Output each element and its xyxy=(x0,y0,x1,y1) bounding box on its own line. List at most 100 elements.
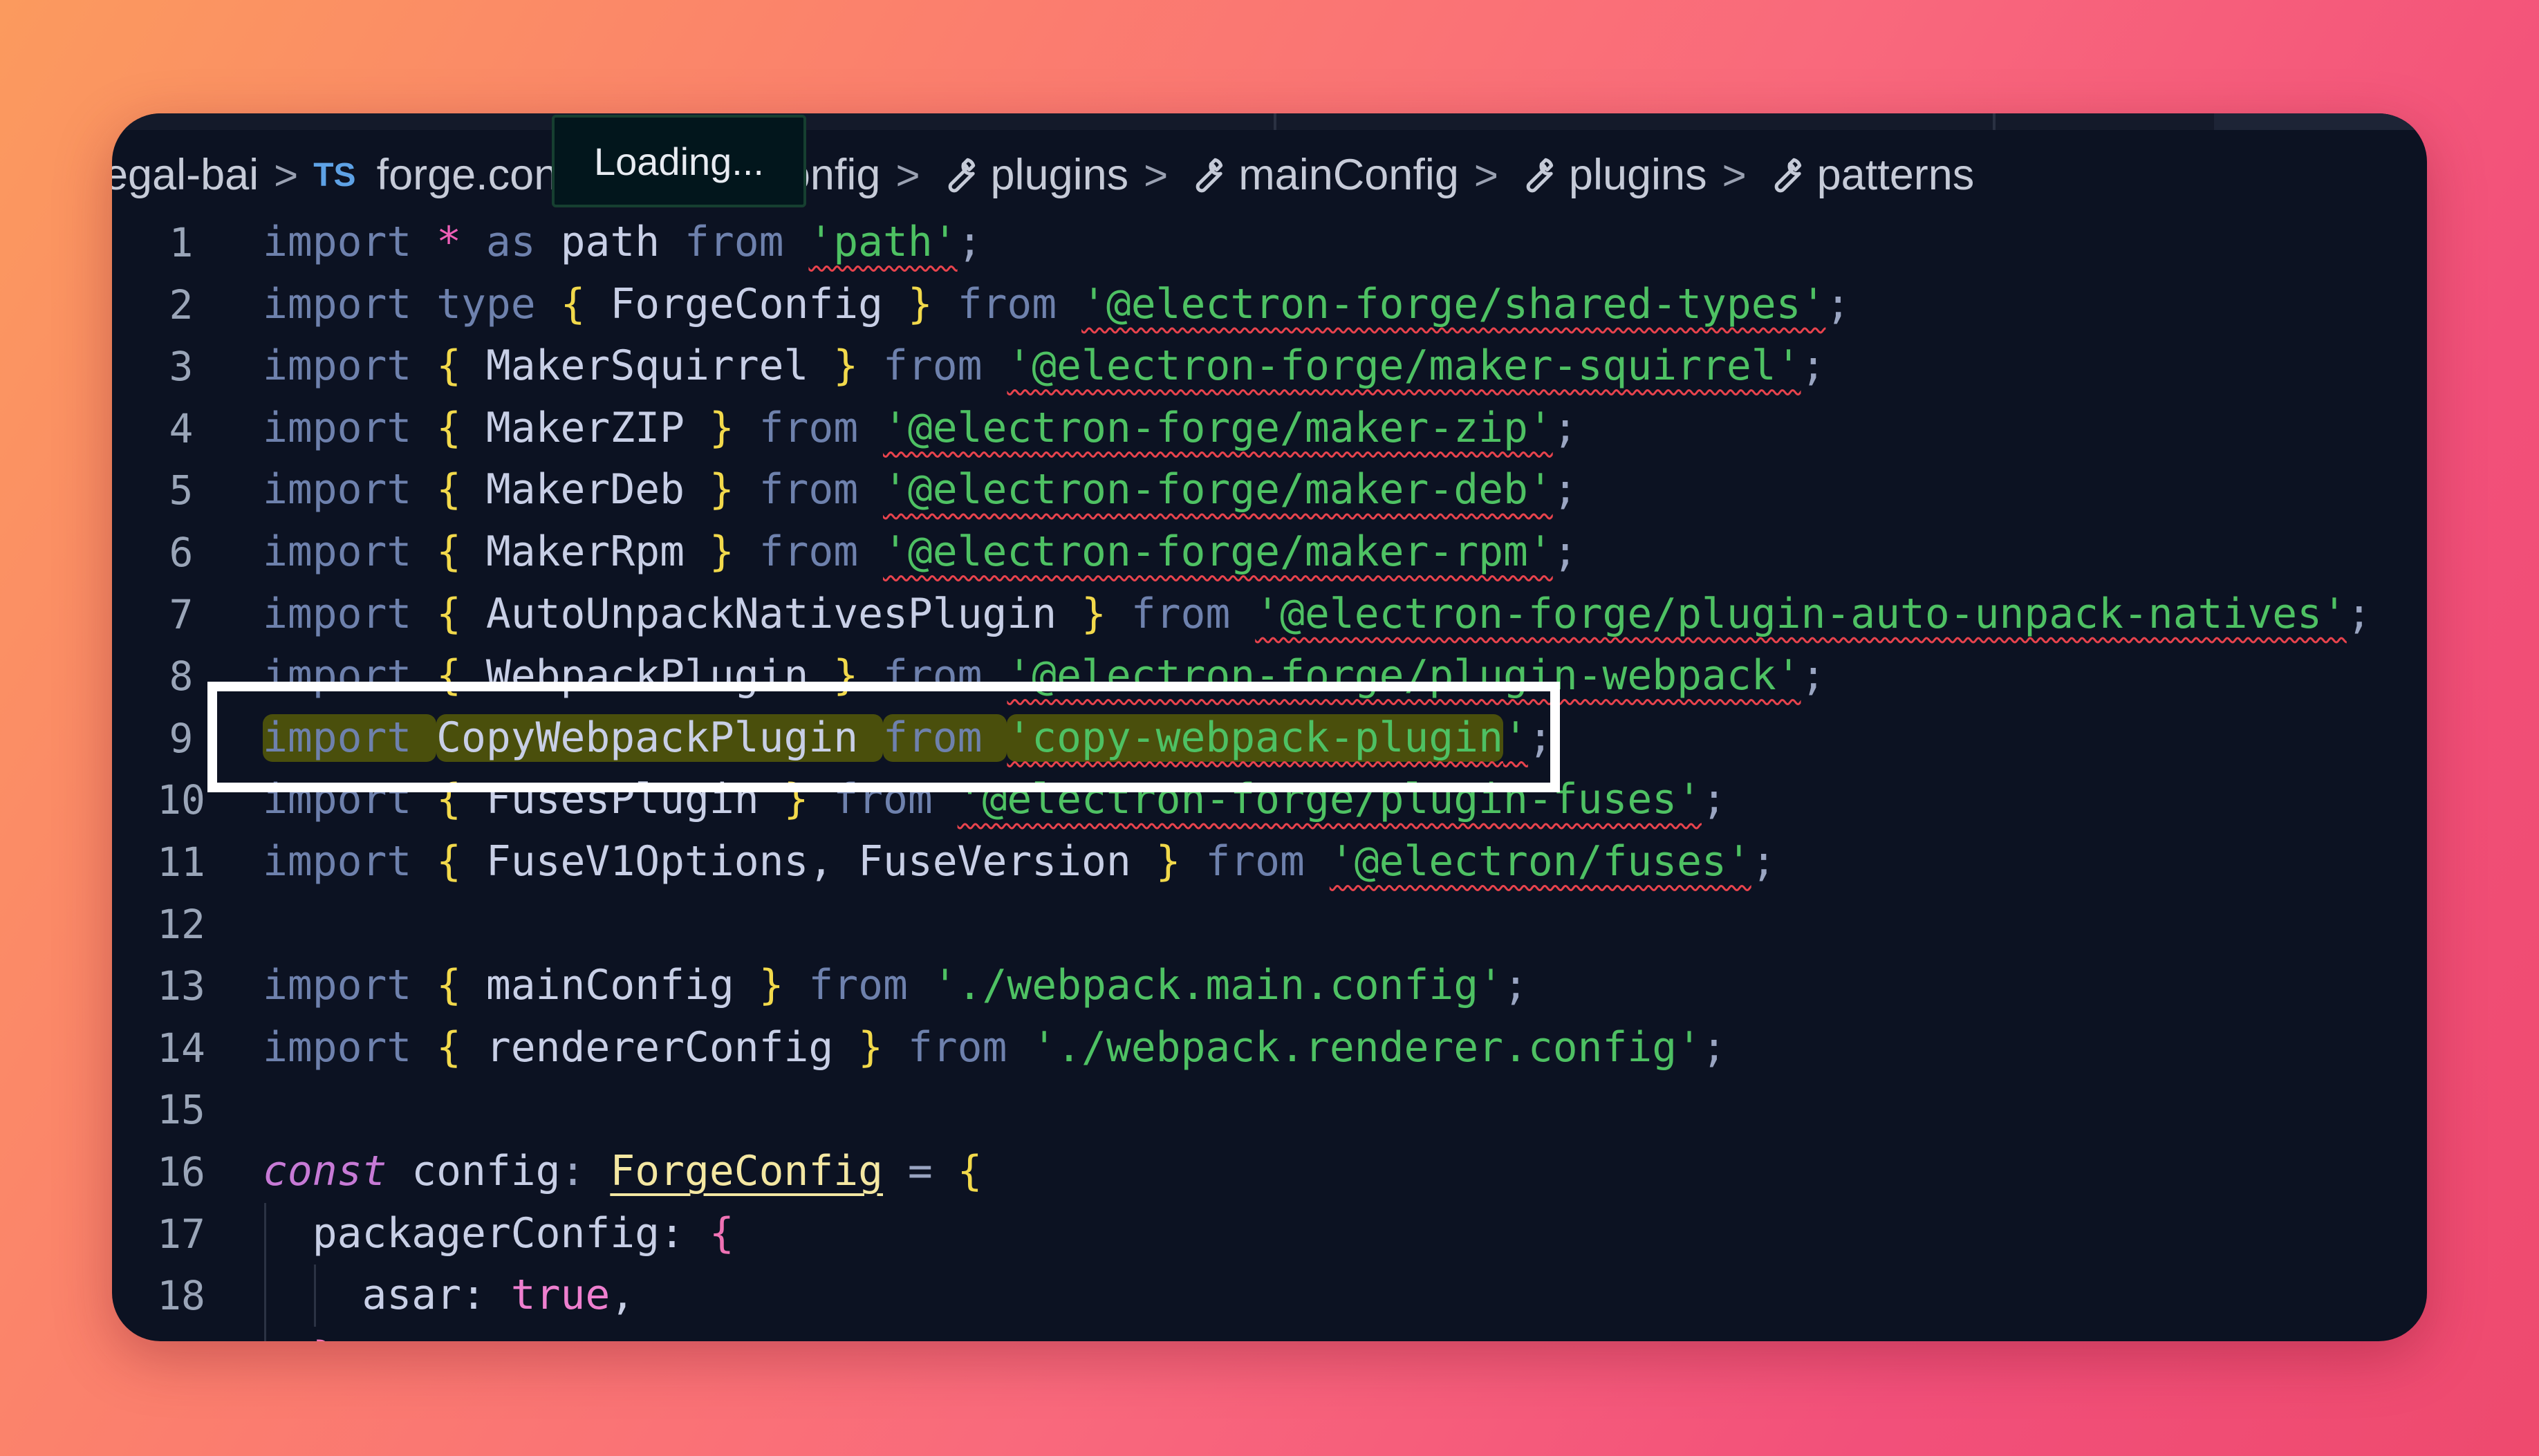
breadcrumb-label: patterns xyxy=(1816,151,1975,199)
code-line[interactable]: 19 }, xyxy=(112,1327,2427,1341)
code-token: { xyxy=(436,962,486,1010)
code-token: from xyxy=(907,1023,1032,1072)
code-token: from xyxy=(759,466,883,514)
code-line[interactable]: 13 import { mainConfig } from './webpack.… xyxy=(112,955,2427,1017)
breadcrumb-item[interactable]: plugins xyxy=(936,150,1129,200)
code-token: from xyxy=(1205,838,1330,886)
code-token: { xyxy=(957,1148,983,1195)
code-line[interactable]: 3 import { MakerSquirrel } from '@electro… xyxy=(112,335,2427,398)
code-token: ; xyxy=(1801,342,1826,391)
code-token: './webpack.renderer.config' xyxy=(1032,1023,1702,1072)
code-token: FuseV1Options, FuseVersion xyxy=(485,838,1156,886)
code-token: '@electron-forge/maker-rpm' xyxy=(883,528,1553,576)
code-text: import { MakerRpm } from '@electron-forg… xyxy=(263,521,1578,584)
code-token: rendererConfig xyxy=(485,1023,859,1072)
breadcrumb-separator: > xyxy=(1473,151,1498,198)
breadcrumb-separator: > xyxy=(895,151,920,198)
indent-guide xyxy=(264,1202,266,1341)
code-token: }, xyxy=(313,1334,362,1341)
code-token: { xyxy=(436,1023,486,1072)
code-token: } xyxy=(833,342,883,391)
code-line[interactable]: 1 import * as path from 'path'; xyxy=(112,212,2427,274)
code-token: import xyxy=(263,218,437,266)
code-line[interactable]: 15 xyxy=(112,1079,2427,1141)
wrench-icon xyxy=(936,152,991,198)
code-line[interactable]: 18 asar: true, xyxy=(112,1264,2427,1327)
breadcrumb-item[interactable]: plugins xyxy=(1514,150,1707,200)
code-token: '@electron-forge/plugin-auto-unpack-nati… xyxy=(1255,590,2347,638)
code-token: { xyxy=(436,528,486,576)
code-text: import { rendererConfig } from './webpac… xyxy=(263,1017,1727,1079)
code-token: ; xyxy=(1702,1023,1727,1072)
breadcrumb-item[interactable]: patterns xyxy=(1762,150,1975,200)
breadcrumb-separator: > xyxy=(274,151,299,198)
code-token: from xyxy=(759,404,883,452)
code-token: MakerRpm xyxy=(485,528,709,576)
code-text: }, xyxy=(263,1327,362,1341)
code-line[interactable]: 7 import { AutoUnpackNativesPlugin } from… xyxy=(112,584,2427,646)
line-number: 5 xyxy=(169,467,194,514)
code-line[interactable]: 11 import { FuseV1Options, FuseVersion } … xyxy=(112,831,2427,893)
code-token: from xyxy=(808,962,933,1010)
code-token: ; xyxy=(1702,776,1727,824)
code-token: from xyxy=(883,342,1007,391)
code-text: import { MakerDeb } from '@electron-forg… xyxy=(263,459,1578,521)
code-token: mainConfig xyxy=(485,962,759,1010)
code-token: } xyxy=(759,962,809,1010)
code-token: '@electron-forge/shared-types' xyxy=(1081,280,1826,328)
line-number: 14 xyxy=(157,1024,205,1072)
code-text: import { MakerZIP } from '@electron-forg… xyxy=(263,398,1578,460)
tab-separator xyxy=(1993,113,1996,130)
breadcrumb-item[interactable]: mainConfig xyxy=(1183,150,1459,200)
code-token: ; xyxy=(1751,838,1776,886)
code-token: '@electron/fuses' xyxy=(1329,838,1751,886)
code-token: } xyxy=(709,466,759,514)
line-number: 11 xyxy=(157,839,205,886)
code-text: import { AutoUnpackNativesPlugin } from … xyxy=(263,584,2372,646)
code-token: { xyxy=(436,590,486,638)
code-line[interactable]: 16 const config: ForgeConfig = { xyxy=(112,1141,2427,1203)
code-token: '@electron-forge/maker-zip' xyxy=(883,404,1553,452)
wrench-icon xyxy=(1514,152,1569,198)
code-line[interactable]: 6 import { MakerRpm } from '@electron-for… xyxy=(112,521,2427,584)
code-token: ForgeConfig xyxy=(610,280,908,328)
line-number: 3 xyxy=(169,343,194,391)
breadcrumb: egal-bai>TSforge.config.ts>config>plugin… xyxy=(112,130,2419,220)
code-text: import { mainConfig } from './webpack.ma… xyxy=(263,955,1528,1017)
breadcrumb-item[interactable]: egal-bai xyxy=(112,150,259,200)
code-token: from xyxy=(957,280,1082,328)
code-token: import xyxy=(263,466,437,514)
code-token: import xyxy=(263,342,437,391)
line-number: 6 xyxy=(169,529,194,576)
indent-guide xyxy=(314,1264,316,1327)
code-line[interactable]: 17 packagerConfig: { xyxy=(112,1203,2427,1265)
code-token: } xyxy=(1155,838,1206,886)
line-number: 18 xyxy=(157,1272,205,1320)
code-token: import xyxy=(263,838,437,886)
code-line[interactable]: 4 import { MakerZIP } from '@electron-for… xyxy=(112,398,2427,460)
code-token: * xyxy=(436,218,462,266)
line-number: 15 xyxy=(157,1086,205,1134)
code-line[interactable]: 12 xyxy=(112,893,2427,955)
code-token: packagerConfig: xyxy=(263,1209,709,1258)
code-token: { xyxy=(436,404,486,452)
breadcrumb-label: plugins xyxy=(990,151,1129,199)
ts-file-icon: TS xyxy=(313,156,356,194)
line-number: 4 xyxy=(169,404,194,452)
breadcrumb-label: egal-bai xyxy=(112,151,259,199)
code-token: { xyxy=(436,466,486,514)
code-token: } xyxy=(858,1023,908,1072)
line-number: 17 xyxy=(157,1210,205,1258)
code-token: import xyxy=(263,528,437,576)
code-token: '@electron-forge/maker-deb' xyxy=(883,466,1553,514)
line-number: 7 xyxy=(169,590,194,638)
code-token: } xyxy=(1081,590,1131,638)
code-token: ; xyxy=(1552,404,1578,452)
breadcrumb-label: plugins xyxy=(1568,151,1707,199)
code-line[interactable]: 5 import { MakerDeb } from '@electron-for… xyxy=(112,459,2427,521)
wrench-icon xyxy=(1762,152,1817,198)
code-line[interactable]: 2 import type { ForgeConfig } from '@elec… xyxy=(112,274,2427,336)
code-token: 'path' xyxy=(808,218,958,266)
code-token: } xyxy=(709,528,759,576)
code-line[interactable]: 14 import { rendererConfig } from './webp… xyxy=(112,1017,2427,1079)
